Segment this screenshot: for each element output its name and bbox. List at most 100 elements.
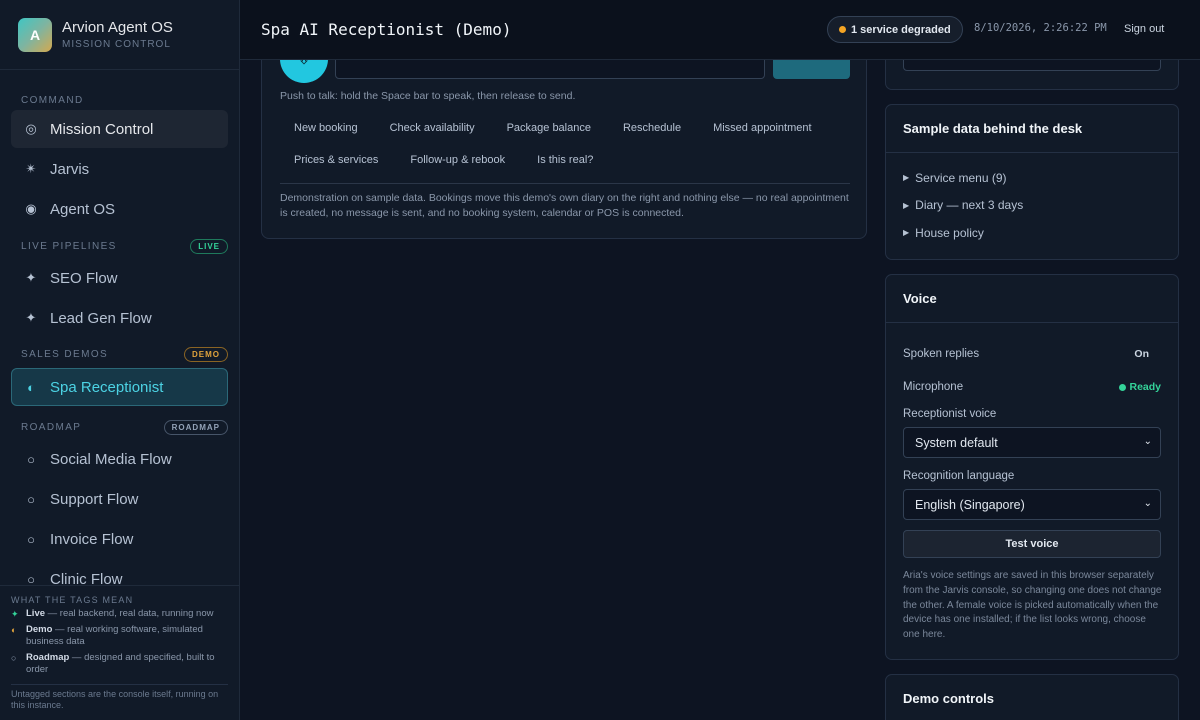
sidebar-item-social-media-flow[interactable]: ○ Social Media Flow: [11, 440, 228, 478]
sidebar-item-label: Lead Gen Flow: [50, 309, 152, 327]
star-icon: ✦: [25, 310, 37, 325]
chip-prices-services[interactable]: Prices & services: [280, 147, 392, 173]
sidebar: A Arvion Agent OS MISSION CONTROL COMMAN…: [0, 0, 240, 720]
microphone-status: Ready: [1119, 381, 1161, 393]
receptionist-voice-value: System default: [915, 435, 998, 450]
test-voice-button[interactable]: Test voice: [903, 530, 1161, 558]
sample-data-card: Sample data behind the desk ▶ Service me…: [885, 104, 1179, 260]
section-command: COMMAND: [0, 90, 239, 110]
disclosure-label: Service menu (9): [915, 170, 1007, 185]
voice-settings-note: Aria's voice settings are saved in this …: [903, 570, 1162, 641]
spoken-replies-toggle[interactable]: On: [1134, 348, 1149, 360]
microphone-status-text: Ready: [1129, 381, 1161, 393]
chip-new-booking[interactable]: New booking: [280, 115, 372, 141]
sidebar-nav: COMMAND ◎ Mission Control ✴ Jarvis ◉ Age…: [0, 70, 239, 598]
sidebar-item-lead-gen-flow[interactable]: ✦ Lead Gen Flow: [11, 299, 228, 337]
disclosure-service-menu[interactable]: ▶ Service menu (9): [886, 164, 1178, 192]
brand-title: Arvion Agent OS: [62, 18, 173, 36]
sidebar-item-label: Mission Control: [50, 120, 154, 138]
brand-logo: A: [18, 17, 52, 52]
triangle-right-icon: ▶: [903, 200, 910, 210]
half-circle-icon: ◐: [27, 379, 35, 395]
disclosure-house-policy[interactable]: ▶ House policy: [886, 219, 1178, 247]
quick-prompts: New booking Check availability Package b…: [280, 115, 855, 179]
chip-package-balance[interactable]: Package balance: [493, 115, 605, 141]
service-status-badge[interactable]: 1 service degraded: [827, 16, 963, 43]
sidebar-item-seo-flow[interactable]: ✦ SEO Flow: [11, 259, 228, 297]
chip-is-this-real[interactable]: Is this real?: [523, 147, 607, 173]
target-icon: ◎: [25, 121, 37, 136]
service-status-label: 1 service degraded: [851, 23, 951, 36]
star-icon: ✦: [25, 270, 37, 285]
recognition-language-label: Recognition language: [903, 470, 1015, 482]
brand: A Arvion Agent OS MISSION CONTROL: [0, 0, 239, 70]
section-roadmap-label: ROADMAP: [21, 421, 82, 433]
legend-roadmap: ○ Roadmap — designed and specified, buil…: [11, 652, 228, 677]
voice-title: Voice: [886, 275, 1178, 323]
section-live: LIVE PIPELINES LIVE: [0, 236, 239, 256]
spoken-replies-label: Spoken replies: [903, 348, 980, 360]
section-roadmap: ROADMAP ROADMAP: [0, 417, 239, 437]
chevron-down-icon: ⌄: [1143, 498, 1152, 509]
receptionist-voice-select[interactable]: System default ⌄: [903, 427, 1161, 458]
sidebar-item-label: Spa Receptionist: [50, 378, 164, 396]
circle-outline-icon: ○: [27, 451, 35, 467]
tag-legend: WHAT THE TAGS MEAN ✦ Live — real backend…: [0, 585, 239, 720]
circle-outline-icon: ○: [27, 531, 35, 547]
legend-demo-desc: — real working software, simulated busin…: [26, 623, 203, 648]
star-icon: ✦: [11, 609, 19, 619]
sample-data-title: Sample data behind the desk: [886, 105, 1178, 153]
triangle-right-icon: ▶: [903, 228, 910, 238]
sparkle-icon: ✴: [25, 161, 37, 176]
legend-live-term: Live: [26, 608, 46, 619]
demo-controls-title: Demo controls: [886, 675, 1178, 720]
chip-follow-up-rebook[interactable]: Follow-up & rebook: [396, 147, 519, 173]
recognition-language-value: English (Singapore): [915, 497, 1025, 512]
disclosure-label: House policy: [915, 225, 984, 240]
demo-controls-card: Demo controls: [885, 674, 1179, 720]
radio-dot-icon: ◉: [25, 201, 37, 216]
sidebar-item-label: SEO Flow: [50, 269, 118, 287]
section-sales-demos: SALES DEMOS DEMO: [0, 344, 239, 364]
top-bar: Spa AI Receptionist (Demo) 1 service deg…: [240, 0, 1200, 60]
legend-demo: ◐ Demo — real working software, simulate…: [11, 624, 228, 649]
chip-check-availability[interactable]: Check availability: [376, 115, 489, 141]
sidebar-item-agent-os[interactable]: ◉ Agent OS: [11, 190, 228, 228]
legend-live: ✦ Live — real backend, real data, runnin…: [11, 608, 228, 621]
status-dot-icon: [1119, 383, 1127, 391]
sign-out-button[interactable]: Sign out: [1124, 23, 1164, 35]
sidebar-item-mission-control[interactable]: ◎ Mission Control: [11, 110, 228, 148]
circle-outline-icon: ○: [27, 491, 35, 507]
chevron-down-icon: ⌄: [1143, 436, 1152, 447]
triangle-right-icon: ▶: [903, 173, 910, 183]
disclosure-diary[interactable]: ▶ Diary — next 3 days: [886, 192, 1178, 220]
section-sales-label: SALES DEMOS: [21, 348, 109, 360]
microphone-label: Microphone: [903, 381, 964, 393]
roadmap-tag: ROADMAP: [163, 419, 228, 435]
sidebar-item-invoice-flow[interactable]: ○ Invoice Flow: [11, 520, 228, 558]
spoken-replies-row: Spoken replies On: [903, 348, 1161, 360]
sidebar-item-label: Support Flow: [50, 490, 139, 508]
legend-title: WHAT THE TAGS MEAN: [11, 595, 134, 605]
sidebar-item-label: Invoice Flow: [50, 530, 134, 548]
live-tag: LIVE: [190, 238, 228, 254]
sidebar-item-spa-receptionist[interactable]: ◐ Spa Receptionist: [11, 368, 228, 406]
chip-missed-appointment[interactable]: Missed appointment: [699, 115, 825, 141]
sidebar-item-label: Jarvis: [50, 160, 90, 178]
legend-live-desc: — real backend, real data, running now: [45, 608, 214, 619]
half-circle-icon: ◐: [11, 624, 17, 635]
legend-footer: Untagged sections are the console itself…: [11, 683, 228, 712]
legend-demo-term: Demo: [26, 623, 53, 635]
sidebar-item-label: Social Media Flow: [50, 450, 172, 468]
recognition-language-select[interactable]: English (Singapore) ⌄: [903, 489, 1161, 520]
legend-roadmap-term: Roadmap: [26, 651, 70, 663]
disclosure-label: Diary — next 3 days: [915, 198, 1024, 213]
demo-disclaimer: Demonstration on sample data. Bookings m…: [280, 192, 849, 219]
chip-reschedule[interactable]: Reschedule: [609, 115, 695, 141]
sidebar-item-jarvis[interactable]: ✴ Jarvis: [11, 150, 228, 188]
brand-subtitle: MISSION CONTROL: [62, 38, 171, 50]
push-to-talk-hint: Push to talk: hold the Space bar to spea…: [280, 90, 576, 102]
microphone-row: Microphone Ready: [903, 381, 1161, 393]
warning-dot-icon: [839, 26, 846, 33]
sidebar-item-support-flow[interactable]: ○ Support Flow: [11, 480, 228, 518]
